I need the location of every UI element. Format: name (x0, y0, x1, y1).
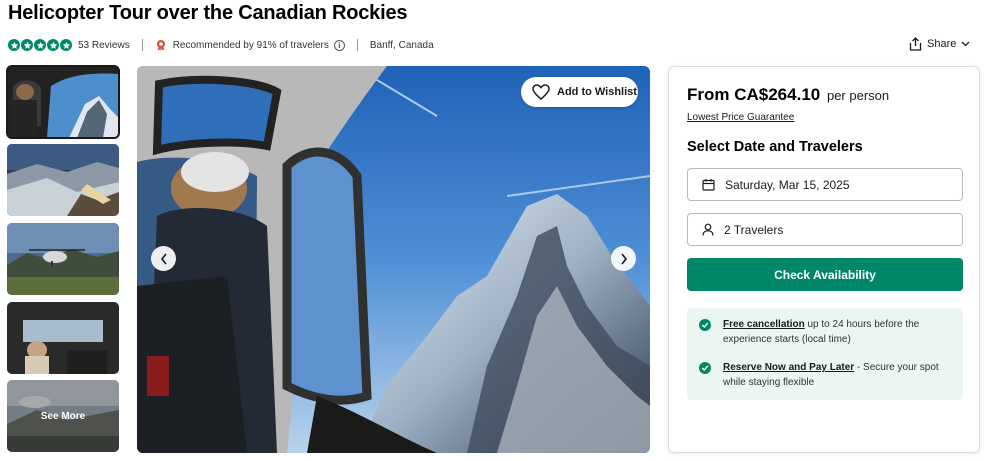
add-to-wishlist-button[interactable]: Add to Wishlist (521, 77, 638, 107)
gallery-next-button[interactable] (611, 246, 636, 271)
chevron-left-icon (160, 253, 167, 264)
check-circle-icon (699, 319, 711, 331)
share-icon (909, 37, 922, 51)
free-cancellation-link[interactable]: Free cancellation (723, 319, 805, 330)
thumbnail-3[interactable] (7, 223, 119, 295)
booking-card: From CA$264.10 per person Lowest Price G… (668, 66, 980, 453)
chevron-right-icon (620, 253, 627, 264)
location-text: Banff, Canada (369, 39, 434, 51)
price-amount: From CA$264.10 (687, 85, 821, 104)
hero-image: Add to Wishlist (137, 66, 650, 453)
product-meta: 53 Reviews Recommended by 91% of travele… (8, 37, 434, 53)
date-value: Saturday, Mar 15, 2025 (725, 177, 850, 192)
star-icon (21, 39, 33, 51)
reviews-link[interactable]: 53 Reviews (78, 40, 130, 51)
wishlist-label: Add to Wishlist (557, 86, 637, 98)
travelers-picker[interactable]: 2 Travelers (687, 213, 963, 246)
check-availability-button[interactable]: Check Availability (687, 258, 963, 291)
person-icon (702, 223, 714, 236)
perk-free-cancellation: Free cancellation up to 24 hours before … (699, 317, 951, 347)
see-more-label: See More (7, 380, 119, 452)
award-icon (156, 40, 165, 51)
recommended-text: Recommended by 91% of travelers (172, 39, 329, 51)
star-icon (60, 39, 72, 51)
info-icon[interactable]: i (333, 39, 345, 51)
perk-reserve-now: Reserve Now and Pay Later - Secure your … (699, 360, 951, 390)
reserve-now-link[interactable]: Reserve Now and Pay Later (723, 362, 854, 373)
select-date-travelers-heading: Select Date and Travelers (687, 139, 863, 155)
thumbnail-2[interactable] (7, 144, 119, 216)
price: From CA$264.10 per person (687, 85, 889, 105)
thumbnail-see-more[interactable]: See More (7, 380, 119, 452)
check-circle-icon (699, 362, 711, 374)
star-icon (34, 39, 46, 51)
travelers-value: 2 Travelers (724, 222, 784, 237)
hero-photo (137, 66, 650, 453)
heart-icon (532, 84, 550, 100)
lowest-price-guarantee-link[interactable]: Lowest Price Guarantee (687, 112, 794, 123)
calendar-icon (702, 179, 715, 191)
date-picker[interactable]: Saturday, Mar 15, 2025 (687, 168, 963, 201)
divider (356, 39, 358, 51)
rating-stars (8, 39, 72, 51)
chevron-down-icon (961, 41, 970, 47)
star-icon (47, 39, 59, 51)
divider (141, 39, 143, 51)
gallery-prev-button[interactable] (151, 246, 176, 271)
thumbnail-1[interactable] (6, 65, 120, 139)
perks-box: Free cancellation up to 24 hours before … (687, 308, 963, 400)
price-unit: per person (826, 88, 890, 103)
star-icon (8, 39, 20, 51)
share-label: Share (927, 38, 957, 50)
page-title: Helicopter Tour over the Canadian Rockie… (8, 2, 408, 24)
thumbnail-4[interactable] (7, 302, 119, 374)
share-button[interactable]: Share (909, 37, 975, 51)
